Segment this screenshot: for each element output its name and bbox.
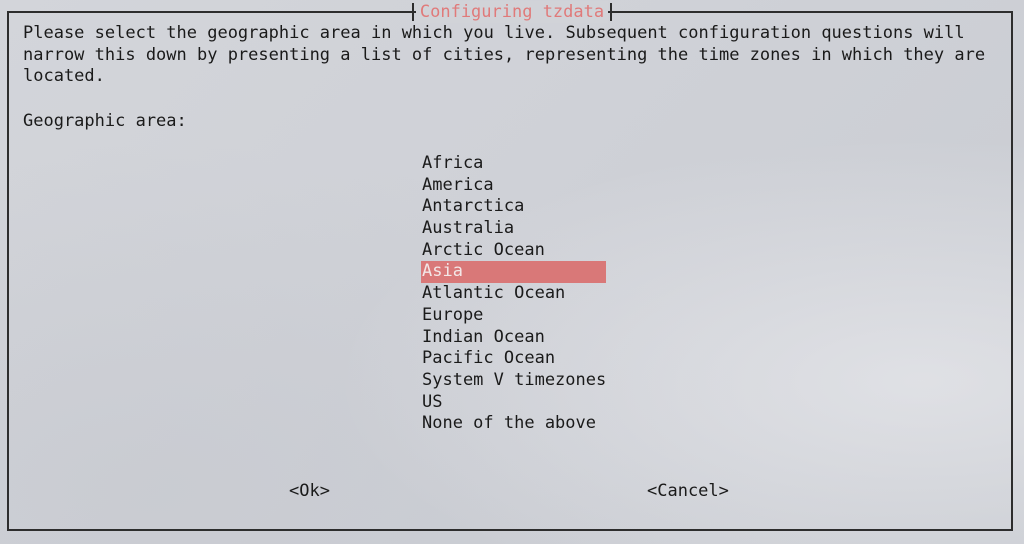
cancel-button[interactable]: <Cancel> <box>647 480 729 502</box>
area-option[interactable]: Europe <box>421 305 606 327</box>
area-option[interactable]: Africa <box>421 153 606 175</box>
geographic-area-label: Geographic area: <box>23 111 187 131</box>
area-option[interactable]: Indian Ocean <box>421 327 606 349</box>
ok-button[interactable]: <Ok> <box>289 480 330 502</box>
area-option[interactable]: Australia <box>421 218 606 240</box>
area-option[interactable]: Pacific Ocean <box>421 348 606 370</box>
area-option[interactable]: Atlantic Ocean <box>421 283 606 305</box>
area-option[interactable]: None of the above <box>421 413 606 435</box>
area-option[interactable]: System V timezones <box>421 370 606 392</box>
geographic-area-list: Africa America Antarctica Australia Arct… <box>421 153 606 435</box>
area-option[interactable]: America <box>421 175 606 197</box>
dialog-description: Please select the geographic area in whi… <box>23 23 986 87</box>
area-option[interactable]: US <box>421 392 606 414</box>
area-option[interactable]: Antarctica <box>421 196 606 218</box>
area-option[interactable]: Arctic Ocean <box>421 240 606 262</box>
area-option-selected[interactable]: Asia <box>421 261 606 284</box>
